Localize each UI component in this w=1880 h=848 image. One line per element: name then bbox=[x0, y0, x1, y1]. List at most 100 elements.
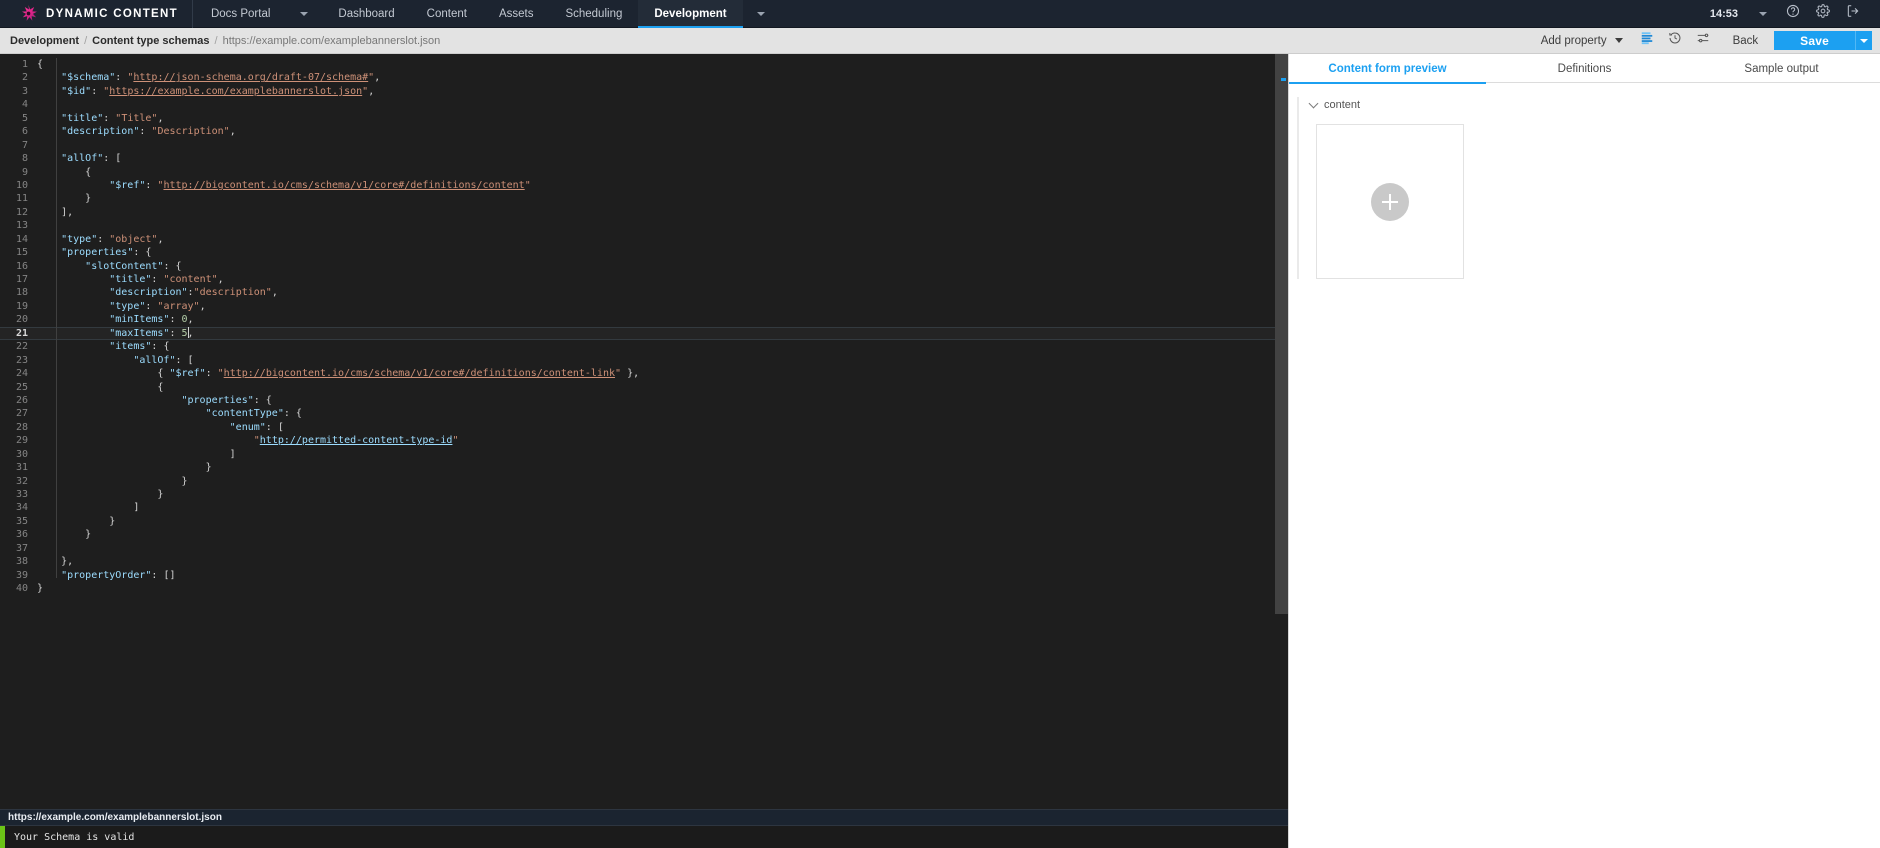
line-content[interactable]: "enum": [ bbox=[37, 421, 284, 434]
code-line[interactable]: 28 "enum": [ bbox=[0, 421, 1288, 434]
line-content[interactable]: } bbox=[37, 475, 188, 488]
nav-item-dashboard[interactable]: Dashboard bbox=[322, 0, 410, 28]
nav-item-assets[interactable]: Assets bbox=[483, 0, 550, 28]
nav-item-content[interactable]: Content bbox=[411, 0, 483, 28]
code-line[interactable]: 29 "http://permitted-content-type-id" bbox=[0, 434, 1288, 447]
code-line[interactable]: 10 "$ref": "http://bigcontent.io/cms/sch… bbox=[0, 179, 1288, 192]
breadcrumb-root[interactable]: Development bbox=[10, 35, 79, 47]
format-button[interactable] bbox=[1633, 28, 1661, 54]
code-line[interactable]: 5 "title": "Title", bbox=[0, 112, 1288, 125]
help-button[interactable] bbox=[1778, 0, 1808, 28]
save-button[interactable]: Save bbox=[1774, 31, 1855, 50]
editor-vertical-scrollbar[interactable] bbox=[1275, 54, 1288, 809]
code-line[interactable]: 12 ], bbox=[0, 206, 1288, 219]
nav-docs-portal-caret[interactable] bbox=[286, 0, 322, 28]
code-line[interactable]: 24 { "$ref": "http://bigcontent.io/cms/s… bbox=[0, 367, 1288, 380]
code-line[interactable]: 37 bbox=[0, 542, 1288, 555]
brand-logo[interactable]: DYNAMIC CONTENT bbox=[0, 0, 192, 27]
line-content[interactable]: ] bbox=[37, 501, 139, 514]
tab-content-form-preview[interactable]: Content form preview bbox=[1289, 54, 1486, 84]
line-content[interactable]: "$schema": "http://json-schema.org/draft… bbox=[37, 71, 380, 84]
code-line[interactable]: 19 "type": "array", bbox=[0, 300, 1288, 313]
code-line[interactable]: 13 bbox=[0, 219, 1288, 232]
line-content[interactable]: "maxItems": 5, bbox=[37, 326, 194, 340]
code-line[interactable]: 2 "$schema": "http://json-schema.org/dra… bbox=[0, 71, 1288, 84]
line-content[interactable]: } bbox=[37, 192, 91, 205]
line-content[interactable]: "title": "content", bbox=[37, 273, 223, 286]
line-content[interactable]: "properties": { bbox=[37, 246, 151, 259]
line-content[interactable]: { "$ref": "http://bigcontent.io/cms/sche… bbox=[37, 367, 639, 380]
code-line[interactable]: 22 "items": { bbox=[0, 340, 1288, 353]
code-line[interactable]: 18 "description":"description", bbox=[0, 286, 1288, 299]
code-line[interactable]: 7 bbox=[0, 139, 1288, 152]
field-group-header[interactable]: content bbox=[1308, 97, 1880, 111]
line-content[interactable]: "$id": "https://example.com/examplebanne… bbox=[37, 85, 374, 98]
line-content[interactable]: "slotContent": { bbox=[37, 260, 181, 273]
code-lines-container[interactable]: 1{2 "$schema": "http://json-schema.org/d… bbox=[0, 54, 1288, 809]
tab-definitions[interactable]: Definitions bbox=[1486, 54, 1683, 83]
line-content[interactable]: "contentType": { bbox=[37, 407, 302, 420]
tab-sample-output[interactable]: Sample output bbox=[1683, 54, 1880, 83]
line-content[interactable]: "allOf": [ bbox=[37, 354, 193, 367]
code-line[interactable]: 4 bbox=[0, 98, 1288, 111]
code-line[interactable]: 38 }, bbox=[0, 555, 1288, 568]
line-content[interactable]: } bbox=[37, 461, 212, 474]
code-line[interactable]: 3 "$id": "https://example.com/exampleban… bbox=[0, 85, 1288, 98]
line-content[interactable]: "propertyOrder": [] bbox=[37, 569, 175, 582]
nav-time-caret[interactable] bbox=[1748, 0, 1778, 28]
code-line[interactable]: 40} bbox=[0, 582, 1288, 595]
schema-settings-button[interactable] bbox=[1689, 28, 1717, 54]
breadcrumb-section[interactable]: Content type schemas bbox=[92, 35, 209, 47]
line-content[interactable]: } bbox=[37, 528, 91, 541]
code-line[interactable]: 16 "slotContent": { bbox=[0, 260, 1288, 273]
line-content[interactable]: "http://permitted-content-type-id" bbox=[37, 434, 459, 447]
code-line[interactable]: 14 "type": "object", bbox=[0, 233, 1288, 246]
code-line[interactable]: 6 "description": "Description", bbox=[0, 125, 1288, 138]
line-content[interactable]: "type": "array", bbox=[37, 300, 205, 313]
back-button[interactable]: Back bbox=[1717, 28, 1775, 54]
code-line[interactable]: 21 "maxItems": 5, bbox=[0, 326, 1288, 341]
nav-development-caret[interactable] bbox=[743, 0, 779, 28]
code-line[interactable]: 20 "minItems": 0, bbox=[0, 313, 1288, 326]
code-line[interactable]: 33 } bbox=[0, 488, 1288, 501]
nav-item-docs-portal[interactable]: Docs Portal bbox=[193, 0, 286, 28]
line-content[interactable]: } bbox=[37, 582, 43, 595]
editor-scroll-region[interactable]: 1{2 "$schema": "http://json-schema.org/d… bbox=[0, 54, 1288, 809]
settings-button[interactable] bbox=[1808, 0, 1838, 28]
code-line[interactable]: 9 { bbox=[0, 166, 1288, 179]
code-line[interactable]: 11 } bbox=[0, 192, 1288, 205]
code-line[interactable]: 35 } bbox=[0, 515, 1288, 528]
line-content[interactable]: "minItems": 0, bbox=[37, 313, 193, 326]
line-content[interactable]: "description":"description", bbox=[37, 286, 278, 299]
history-button[interactable] bbox=[1661, 28, 1689, 54]
line-content[interactable]: } bbox=[37, 515, 115, 528]
line-content[interactable]: "properties": { bbox=[37, 394, 272, 407]
code-line[interactable]: 1{ bbox=[0, 58, 1288, 71]
line-content[interactable]: { bbox=[37, 166, 91, 179]
code-line[interactable]: 23 "allOf": [ bbox=[0, 354, 1288, 367]
line-content[interactable]: "description": "Description", bbox=[37, 125, 236, 138]
logout-button[interactable] bbox=[1838, 0, 1868, 28]
code-line[interactable]: 36 } bbox=[0, 528, 1288, 541]
code-line[interactable]: 17 "title": "content", bbox=[0, 273, 1288, 286]
code-line[interactable]: 15 "properties": { bbox=[0, 246, 1288, 259]
nav-item-scheduling[interactable]: Scheduling bbox=[549, 0, 638, 28]
nav-item-development[interactable]: Development bbox=[638, 0, 743, 28]
code-line[interactable]: 25 { bbox=[0, 381, 1288, 394]
code-line[interactable]: 32 } bbox=[0, 475, 1288, 488]
add-content-card[interactable] bbox=[1316, 124, 1464, 279]
line-content[interactable]: ] bbox=[37, 448, 236, 461]
scrollbar-thumb[interactable] bbox=[1275, 54, 1288, 614]
save-dropdown-button[interactable] bbox=[1855, 31, 1872, 50]
code-line[interactable]: 30 ] bbox=[0, 448, 1288, 461]
add-property-button[interactable]: Add property bbox=[1531, 28, 1633, 54]
line-content[interactable]: "allOf": [ bbox=[37, 152, 121, 165]
line-content[interactable]: "$ref": "http://bigcontent.io/cms/schema… bbox=[37, 179, 530, 192]
line-content[interactable]: { bbox=[37, 58, 43, 71]
code-line[interactable]: 34 ] bbox=[0, 501, 1288, 514]
code-line[interactable]: 31 } bbox=[0, 461, 1288, 474]
code-line[interactable]: 27 "contentType": { bbox=[0, 407, 1288, 420]
code-line[interactable]: 8 "allOf": [ bbox=[0, 152, 1288, 165]
code-line[interactable]: 39 "propertyOrder": [] bbox=[0, 569, 1288, 582]
code-line[interactable]: 26 "properties": { bbox=[0, 394, 1288, 407]
